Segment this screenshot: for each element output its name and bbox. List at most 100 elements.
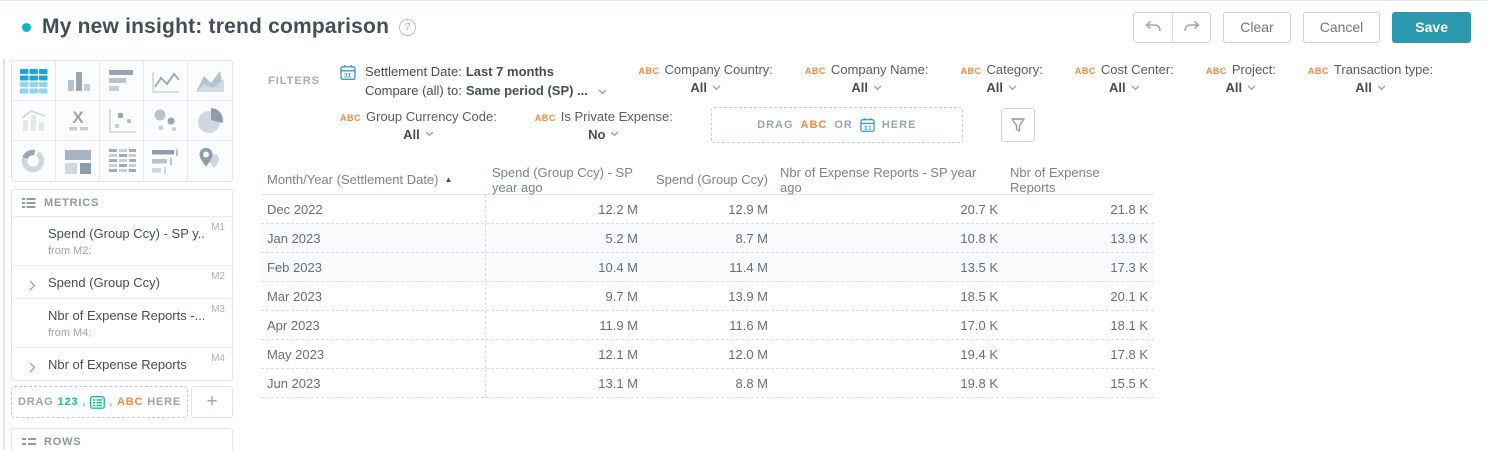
metrics-drop-zone[interactable]: DRAG 123 , , ABC HERE — [11, 386, 188, 418]
rows-section-header: ROWS — [12, 429, 232, 450]
vis-type-bubble-chart[interactable] — [144, 101, 188, 141]
pie-chart-icon — [198, 107, 223, 133]
vis-type-area-chart[interactable] — [188, 61, 232, 101]
metrics-icon — [22, 198, 36, 208]
filter-value: All — [690, 80, 708, 95]
filters-row-2: ABC Group Currency Code: All ABC Is Private … — [340, 107, 1035, 143]
combo-chart-icon — [20, 109, 45, 131]
metric-subtitle: from M4; — [48, 327, 92, 339]
column-header-nbr-of-expense-reports[interactable]: Nbr of Expense Reports — [1004, 165, 1154, 195]
table-row-dec-2022: Dec 2022 12.2 M 12.9 M 20.7 K 21.8 K — [261, 195, 1154, 224]
filter-company-name[interactable]: ABC Company Name: All — [805, 62, 929, 95]
grid-token-icon — [90, 395, 106, 409]
table-cell: 13.5 K — [960, 259, 998, 275]
abc-token: ABC — [117, 396, 144, 408]
chevron-down-icon — [598, 89, 607, 95]
headline-icon: X — [68, 108, 88, 130]
drop-label: DRAG — [757, 119, 794, 131]
calendar-icon: 31 — [340, 64, 356, 100]
metric-item-nbr-of-expense-reports[interactable]: Nbr of Expense Reports M4 — [12, 348, 232, 380]
cancel-button[interactable]: Cancel — [1302, 11, 1381, 43]
left-panel-scrollbar[interactable] — [3, 59, 5, 450]
vis-type-geo-chart[interactable] — [188, 141, 232, 181]
calendar-icon: 31 — [860, 117, 875, 133]
save-button[interactable]: Save — [1392, 11, 1471, 43]
vis-type-pie-chart[interactable] — [188, 101, 232, 141]
table-cell: 11.9 M — [599, 317, 638, 333]
table-cell: 19.8 K — [960, 375, 998, 391]
filter-project[interactable]: ABC Project: All — [1206, 62, 1276, 95]
abc-token: ABC — [638, 66, 660, 76]
column-header-month-year-settlement-date[interactable]: Month/Year (Settlement Date) ▲ — [261, 165, 486, 194]
metrics-list: Spend (Group Ccy) - SP y... M1 from M2; Spe… — [12, 217, 232, 380]
filter-transaction-type[interactable]: ABC Transaction type: All — [1308, 62, 1433, 95]
filter-group-currency-code[interactable]: ABC Group Currency Code: All — [340, 109, 497, 142]
redo-button[interactable] — [1172, 12, 1211, 42]
table-cell: 8.8 M — [735, 375, 768, 391]
filter-company-country[interactable]: ABC Company Country: All — [639, 62, 773, 95]
abc-token: ABC — [1307, 66, 1329, 76]
add-metric-button[interactable]: + — [191, 386, 233, 418]
filter-cost-center[interactable]: ABC Cost Center: All — [1075, 62, 1174, 95]
vis-type-table-selected[interactable] — [12, 61, 56, 101]
compare-label: Compare (all) to: — [365, 83, 462, 98]
table-cell: 10.8 K — [960, 230, 998, 246]
metric-label: Nbr of Expense Reports — [48, 357, 187, 372]
chevron-down-icon — [1377, 84, 1386, 90]
filter-value: All — [986, 80, 1003, 95]
toolbar-actions: Clear Cancel Save — [1133, 11, 1471, 43]
table-cell: 17.8 K — [1110, 346, 1148, 362]
chevron-down-icon — [712, 84, 721, 90]
vis-type-headline[interactable]: X — [56, 101, 100, 141]
metric-badge: M4 — [211, 353, 225, 364]
clear-button[interactable]: Clear — [1223, 11, 1291, 43]
chevron-down-icon — [1131, 84, 1140, 90]
vis-type-treemap[interactable] — [56, 141, 100, 181]
column-header-spend-group-ccy[interactable]: Spend (Group Ccy) — [644, 165, 774, 194]
abc-token: ABC — [340, 112, 361, 123]
filter-category[interactable]: ABC Category: All — [960, 62, 1042, 95]
filter-drop-zone[interactable]: DRAG ABC OR 31 HERE — [710, 107, 963, 143]
metric-item-spend-group-ccy[interactable]: Spend (Group Ccy) M2 — [12, 266, 232, 299]
vis-type-bar-chart[interactable] — [100, 61, 144, 101]
filters-row-1: 31 Settlement Date: Last 7 months Compare… — [340, 62, 1433, 100]
bullet-chart-icon — [151, 149, 178, 174]
date-filter[interactable]: 31 Settlement Date: Last 7 months Compare… — [340, 62, 607, 100]
filter-value: All — [1355, 80, 1372, 95]
vis-type-scatter-plot[interactable] — [100, 101, 144, 141]
column-header-spend-group-ccy-sp-year-ago[interactable]: Spend (Group Ccy) - SP year ago — [486, 165, 644, 195]
metric-item-nbr-of-expense-reports[interactable]: Nbr of Expense Reports -... M3 from M4; — [12, 299, 232, 348]
filter-value: All — [403, 126, 420, 142]
vis-type-repeater[interactable] — [100, 141, 144, 181]
vis-type-combo-chart[interactable] — [12, 101, 56, 141]
abc-token: ABC — [534, 112, 556, 123]
filter-options-button[interactable] — [1000, 108, 1035, 142]
expand-chevron-icon[interactable] — [29, 360, 36, 378]
table-cell: 18.5 K — [960, 288, 998, 304]
undo-icon — [1145, 20, 1161, 32]
line-chart-icon — [151, 71, 180, 93]
abc-token: ABC — [800, 119, 828, 131]
table-cell: 12.0 M — [728, 346, 768, 362]
vis-type-column-chart[interactable] — [56, 61, 100, 101]
vis-type-donut-chart[interactable] — [12, 141, 56, 181]
column-header-nbr-of-expense-reports-sp-year-ago[interactable]: Nbr of Expense Reports - SP year ago — [774, 165, 1004, 195]
metric-item-spend-group-ccy-sp-y[interactable]: Spend (Group Ccy) - SP y... M1 from M2; — [12, 217, 232, 266]
filter-label: Is Private Expense: — [560, 108, 673, 124]
scatter-plot-icon — [108, 108, 136, 133]
table-row-may-2023: May 2023 12.1 M 12.0 M 19.4 K 17.8 K — [261, 340, 1154, 369]
abc-token: ABC — [1074, 66, 1096, 76]
chevron-down-icon — [1008, 84, 1017, 90]
vis-type-line-chart[interactable] — [144, 61, 188, 101]
table-cell: 13.9 M — [728, 288, 768, 304]
visualization-picker: X — [11, 60, 233, 182]
table-cell: 20.7 K — [960, 201, 998, 217]
filter-is-private-expense[interactable]: ABC Is Private Expense: No — [535, 109, 673, 142]
filter-label: Cost Center: — [1100, 62, 1174, 77]
expand-chevron-icon[interactable] — [29, 278, 36, 296]
metrics-section: METRICS Spend (Group Ccy) - SP y... M1 fro… — [11, 189, 233, 381]
repeater-icon — [108, 149, 136, 172]
undo-button[interactable] — [1134, 12, 1173, 42]
help-icon[interactable]: ? — [399, 18, 417, 36]
vis-type-bullet-chart[interactable] — [144, 141, 188, 181]
